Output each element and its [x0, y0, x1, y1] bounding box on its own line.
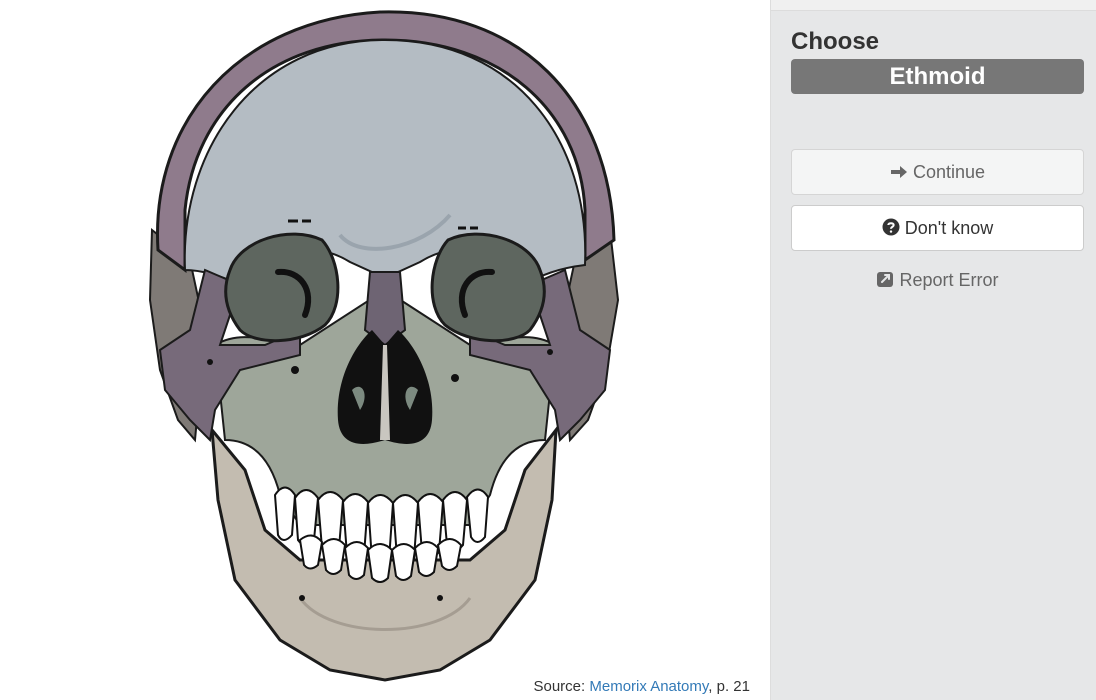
source-link[interactable]: Memorix Anatomy — [589, 678, 708, 695]
report-error-link[interactable]: Report Error — [791, 270, 1084, 291]
question-circle-icon — [882, 218, 900, 236]
arrow-right-icon — [890, 166, 907, 178]
report-error-label: Report Error — [899, 270, 999, 290]
choose-heading: Choose — [791, 28, 880, 55]
dont-know-button[interactable]: Don't know — [791, 205, 1084, 251]
source-prefix: Source: — [533, 678, 590, 695]
anatomy-image-area: Source: Memorix Anatomy, p. 21 — [0, 0, 770, 700]
source-citation: Source: Memorix Anatomy, p. 21 — [533, 678, 750, 695]
continue-button[interactable]: Continue — [791, 149, 1084, 195]
continue-label: Continue — [912, 162, 986, 182]
quiz-sidebar: Choose Ethmoid Continue Don't know Repor… — [770, 0, 1096, 700]
teeth — [273, 486, 490, 583]
sidebar-top-divider — [771, 0, 1096, 11]
orbit-left — [224, 232, 340, 343]
page: Source: Memorix Anatomy, p. 21 Choose Et… — [0, 0, 1096, 700]
skull-illustration — [148, 10, 620, 682]
dont-know-label: Don't know — [904, 218, 994, 238]
orbit-right — [430, 232, 546, 343]
target-term-badge: Ethmoid — [791, 59, 1084, 94]
source-suffix: , p. 21 — [708, 678, 750, 695]
external-link-icon — [877, 272, 894, 287]
